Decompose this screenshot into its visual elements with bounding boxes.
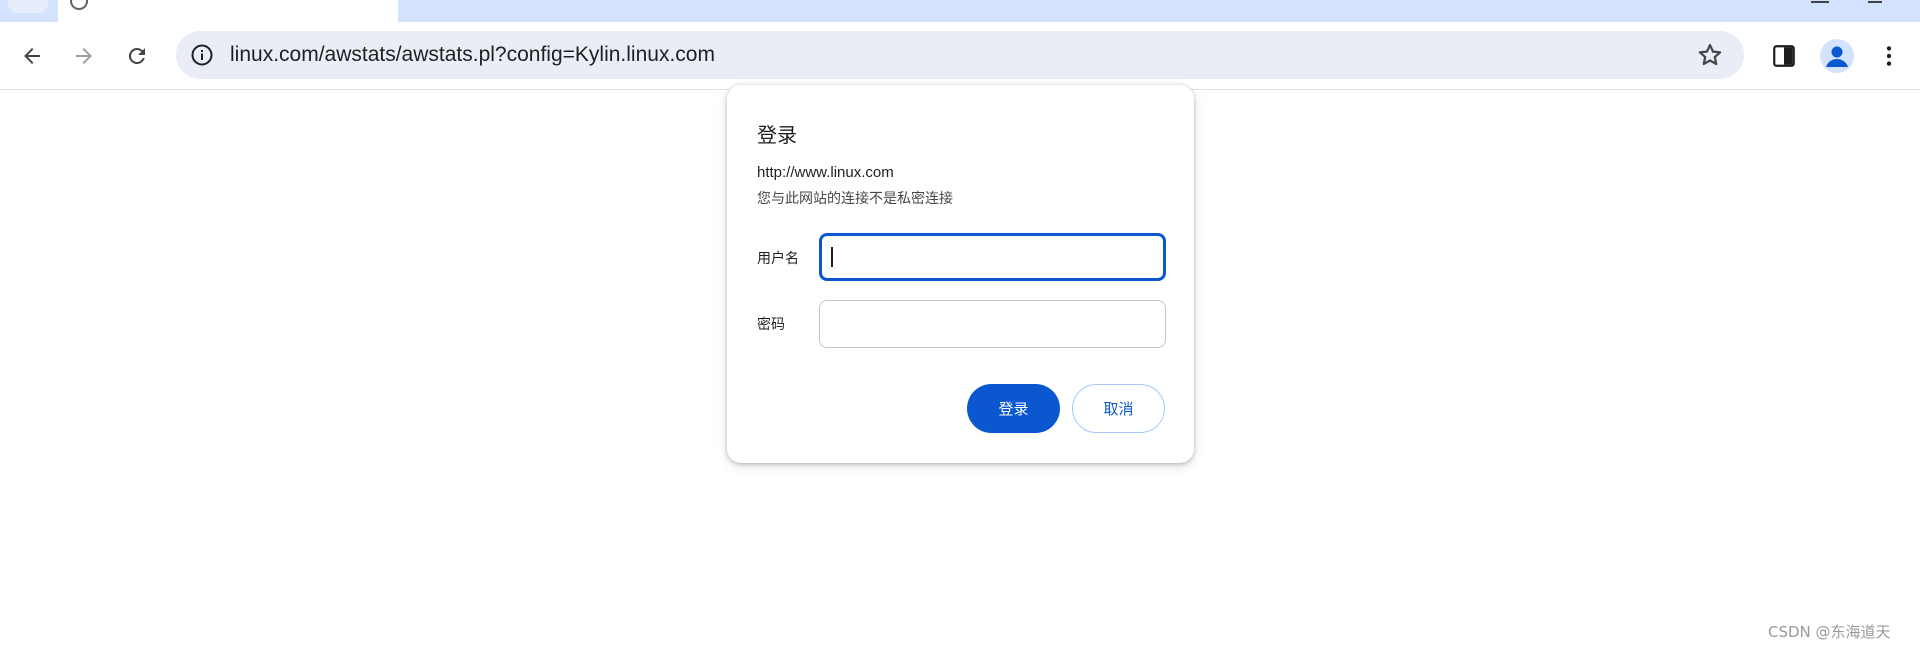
kebab-menu-icon[interactable]	[1876, 43, 1902, 69]
address-bar[interactable]: linux.com/awstats/awstats.pl?config=Kyli…	[176, 31, 1744, 79]
browser-toolbar: linux.com/awstats/awstats.pl?config=Kyli…	[0, 22, 1920, 90]
watermark: CSDN @东海道天	[1768, 623, 1891, 641]
arrow-left-icon	[24, 48, 40, 64]
login-dialog: 登录 http://www.linux.com 您与此网站的连接不是私密连接 用…	[727, 85, 1194, 463]
login-button[interactable]: 登录	[967, 384, 1060, 433]
cancel-button[interactable]: 取消	[1072, 384, 1165, 433]
star-icon[interactable]	[1696, 41, 1724, 69]
password-input[interactable]	[819, 300, 1166, 348]
side-panel-icon[interactable]	[1771, 43, 1797, 69]
profile-icon[interactable]	[1820, 39, 1854, 73]
dialog-title: 登录	[757, 123, 797, 147]
tab-strip	[0, 0, 1920, 22]
dialog-origin: http://www.linux.com	[757, 164, 894, 181]
arrow-right-icon	[76, 48, 92, 64]
username-input[interactable]	[819, 233, 1166, 281]
reload-button[interactable]	[117, 36, 157, 76]
forward-button[interactable]	[64, 36, 104, 76]
reload-icon	[128, 47, 145, 64]
tab-favicon-icon	[70, 0, 88, 10]
dialog-warning: 您与此网站的连接不是私密连接	[757, 191, 953, 207]
minimize-icon[interactable]	[1811, 0, 1829, 3]
window-control-icon[interactable]	[1868, 0, 1882, 3]
info-icon[interactable]	[190, 43, 214, 67]
url-text[interactable]: linux.com/awstats/awstats.pl?config=Kyli…	[230, 42, 715, 68]
password-label: 密码	[757, 317, 785, 333]
back-button[interactable]	[12, 36, 52, 76]
tab-active[interactable]	[58, 0, 398, 22]
tab-inactive[interactable]	[8, 0, 48, 13]
username-label: 用户名	[757, 251, 799, 267]
text-caret	[831, 247, 833, 267]
